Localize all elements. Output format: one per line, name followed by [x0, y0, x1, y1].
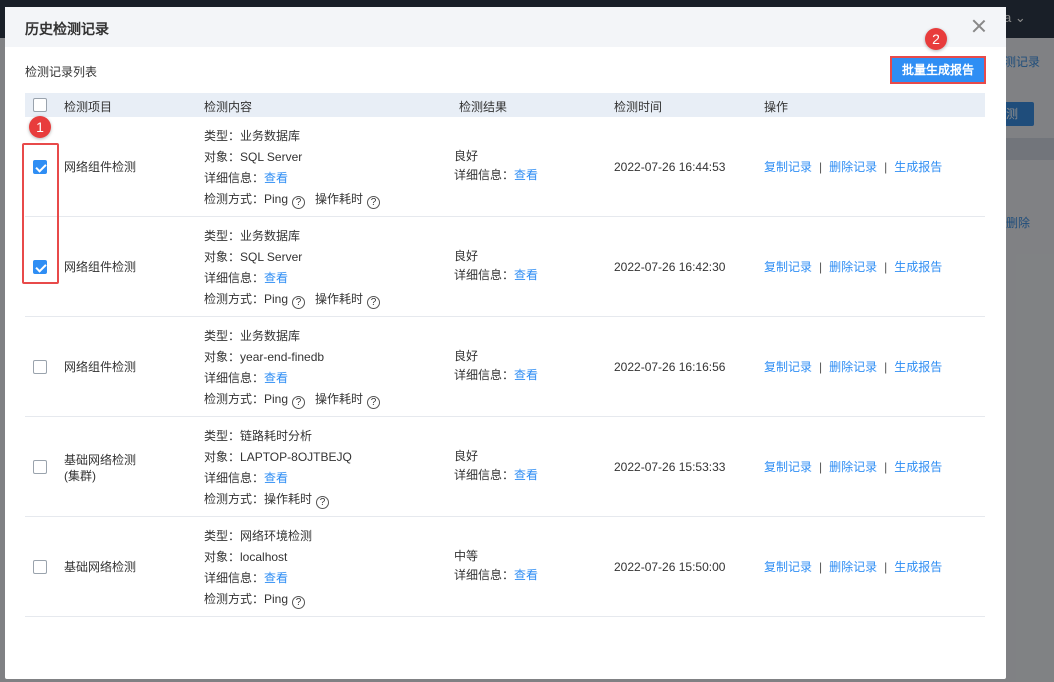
help-icon[interactable]: ? [292, 396, 306, 409]
help-icon[interactable]: ? [292, 596, 306, 609]
header-content: 检测内容 [204, 100, 253, 114]
help-icon[interactable]: ? [367, 296, 381, 309]
row-content: 类型：链路耗时分析 对象：LAPTOP-8OJTBEJQ 详细信息：查看 检测方… [204, 429, 352, 513]
row-actions: 复制记录 | 删除记录 | 生成报告 [764, 360, 943, 374]
view-result-link[interactable]: 查看 [514, 168, 538, 182]
header-result: 检测结果 [459, 100, 508, 114]
delete-record-link[interactable]: 删除记录 [829, 560, 877, 574]
row-method: 检测方式：Ping? 操作耗时? [204, 392, 381, 413]
section-label: 检测记录列表 [25, 65, 98, 79]
row-content: 类型：业务数据库 对象：SQL Server 详细信息：查看 检测方式：Ping… [204, 129, 381, 213]
help-icon[interactable]: ? [316, 496, 330, 509]
generate-report-link[interactable]: 生成报告 [894, 560, 942, 574]
table-row: 基础网络检测 类型：网络环境检测 对象：localhost 详细信息：查看 检测… [25, 517, 985, 617]
table-row: 网络组件检测 类型：业务数据库 对象：SQL Server 详细信息：查看 检测… [25, 117, 985, 217]
help-icon[interactable]: ? [292, 196, 306, 209]
row-time: 2022-07-26 15:50:00 [614, 560, 726, 574]
generate-report-link[interactable]: 生成报告 [894, 260, 942, 274]
row-checkbox[interactable] [33, 360, 47, 374]
help-icon[interactable]: ? [367, 396, 381, 409]
view-details-link[interactable]: 查看 [264, 571, 288, 585]
generate-report-link[interactable]: 生成报告 [894, 360, 942, 374]
row-content: 类型：网络环境检测 对象：localhost 详细信息：查看 检测方式：Ping… [204, 529, 312, 613]
row-item: 网络组件检测 [64, 160, 137, 174]
dialog-title: 历史检测记录 [25, 21, 109, 37]
row-method: 检测方式：Ping? 操作耗时? [204, 292, 381, 313]
row-time: 2022-07-26 15:53:33 [614, 460, 726, 474]
row-item: 基础网络检测 (集群) [64, 453, 137, 483]
batch-generate-report-button[interactable]: 批量生成报告 [890, 56, 986, 84]
row-item: 网络组件检测 [64, 360, 137, 374]
row-method: 检测方式：Ping? 操作耗时? [204, 192, 381, 213]
table-header: 检测项目 检测内容 检测结果 检测时间 操作 [25, 93, 985, 117]
row-content: 类型：业务数据库 对象：SQL Server 详细信息：查看 检测方式：Ping… [204, 229, 381, 313]
view-details-link[interactable]: 查看 [264, 271, 288, 285]
copy-record-link[interactable]: 复制记录 [764, 460, 812, 474]
help-icon[interactable]: ? [367, 196, 381, 209]
row-result: 良好 详细信息：查看 [454, 249, 539, 282]
row-result: 中等 详细信息：查看 [454, 549, 539, 582]
row-content: 类型：业务数据库 对象：year-end-finedb 详细信息：查看 检测方式… [204, 329, 381, 413]
copy-record-link[interactable]: 复制记录 [764, 260, 812, 274]
row-method: 检测方式：Ping? [204, 592, 312, 613]
annotation-marker-2: 2 [925, 28, 947, 50]
row-time: 2022-07-26 16:16:56 [614, 360, 726, 374]
delete-record-link[interactable]: 删除记录 [829, 460, 877, 474]
row-result: 良好 详细信息：查看 [454, 349, 539, 382]
view-result-link[interactable]: 查看 [514, 568, 538, 582]
row-actions: 复制记录 | 删除记录 | 生成报告 [764, 460, 943, 474]
dialog-header: 历史检测记录 [5, 7, 1006, 47]
delete-record-link[interactable]: 删除记录 [829, 360, 877, 374]
row-item: 基础网络检测 [64, 560, 137, 574]
close-icon[interactable] [972, 19, 986, 33]
row-checkbox[interactable] [33, 460, 47, 474]
view-details-link[interactable]: 查看 [264, 171, 288, 185]
copy-record-link[interactable]: 复制记录 [764, 160, 812, 174]
table-row: 网络组件检测 类型：业务数据库 对象：year-end-finedb 详细信息：… [25, 317, 985, 417]
table-body: 网络组件检测 类型：业务数据库 对象：SQL Server 详细信息：查看 检测… [25, 117, 985, 617]
row-checkbox[interactable] [33, 560, 47, 574]
row-actions: 复制记录 | 删除记录 | 生成报告 [764, 260, 943, 274]
view-result-link[interactable]: 查看 [514, 268, 538, 282]
history-dialog: 历史检测记录 检测记录列表 批量生成报告 2 检测项目 检测内容 检测结果 检测… [5, 7, 1006, 679]
header-item: 检测项目 [64, 100, 113, 114]
view-details-link[interactable]: 查看 [264, 371, 288, 385]
delete-record-link[interactable]: 删除记录 [829, 160, 877, 174]
row-method: 检测方式：操作耗时? [204, 492, 352, 513]
view-result-link[interactable]: 查看 [514, 468, 538, 482]
header-actions: 操作 [764, 100, 789, 114]
header-time: 检测时间 [614, 100, 663, 114]
copy-record-link[interactable]: 复制记录 [764, 360, 812, 374]
records-table: 检测项目 检测内容 检测结果 检测时间 操作 网络组件检测 类型：业务数据库 对… [25, 93, 985, 617]
select-all-checkbox[interactable] [33, 98, 47, 112]
generate-report-link[interactable]: 生成报告 [894, 460, 942, 474]
table-row: 基础网络检测 (集群) 类型：链路耗时分析 对象：LAPTOP-8OJTBEJQ … [25, 417, 985, 517]
row-time: 2022-07-26 16:44:53 [614, 160, 726, 174]
row-item: 网络组件检测 [64, 260, 137, 274]
view-details-link[interactable]: 查看 [264, 471, 288, 485]
row-actions: 复制记录 | 删除记录 | 生成报告 [764, 560, 943, 574]
annotation-marker-1: 1 [29, 116, 51, 138]
checkbox-highlight-box [22, 143, 59, 284]
row-result: 良好 详细信息：查看 [454, 149, 539, 182]
row-result: 良好 详细信息：查看 [454, 449, 539, 482]
generate-report-link[interactable]: 生成报告 [894, 160, 942, 174]
delete-record-link[interactable]: 删除记录 [829, 260, 877, 274]
view-result-link[interactable]: 查看 [514, 368, 538, 382]
row-time: 2022-07-26 16:42:30 [614, 260, 726, 274]
copy-record-link[interactable]: 复制记录 [764, 560, 812, 574]
table-row: 网络组件检测 类型：业务数据库 对象：SQL Server 详细信息：查看 检测… [25, 217, 985, 317]
help-icon[interactable]: ? [292, 296, 306, 309]
row-actions: 复制记录 | 删除记录 | 生成报告 [764, 160, 943, 174]
